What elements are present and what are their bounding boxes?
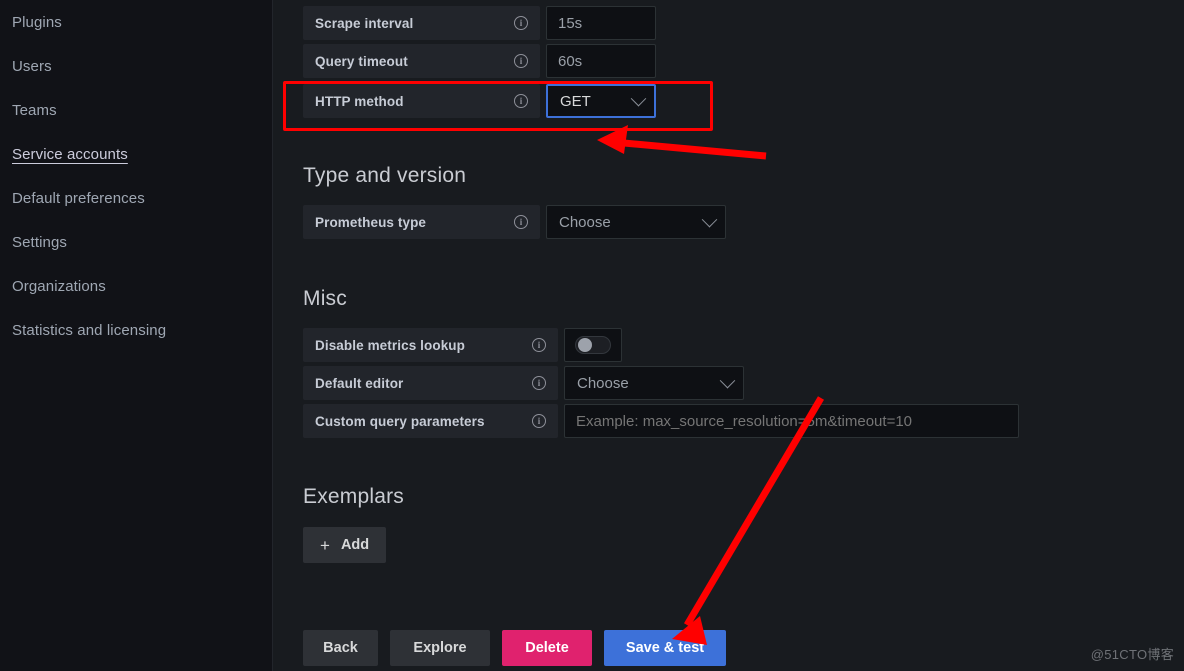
field-row-query-timeout: Query timeout i 60s xyxy=(303,44,1184,78)
toggle-knob xyxy=(578,338,592,352)
default-editor-label: Default editor i xyxy=(303,366,558,400)
field-row-scrape-interval: Scrape interval i 15s xyxy=(303,6,1184,40)
sidebar-item-label: Users xyxy=(12,57,52,75)
section-title-exemplars: Exemplars xyxy=(303,485,404,508)
sidebar-item-users[interactable]: Users xyxy=(0,44,272,88)
scrape-interval-value: 15s xyxy=(558,14,583,32)
sidebar-item-label: Default preferences xyxy=(12,189,145,207)
sidebar-item-label: Plugins xyxy=(12,13,62,31)
sidebar-item-plugins[interactable]: Plugins xyxy=(0,0,272,44)
label-text: Default editor xyxy=(315,375,404,391)
info-circle-icon[interactable]: i xyxy=(532,414,546,428)
sidebar-item-label: Statistics and licensing xyxy=(12,321,167,339)
sidebar-item-settings[interactable]: Settings xyxy=(0,220,272,264)
footer-button-bar: Back Explore Delete Save & test xyxy=(303,630,726,666)
query-timeout-input[interactable]: 60s xyxy=(546,44,656,78)
label-text: Custom query parameters xyxy=(315,413,485,429)
http-method-value: GET xyxy=(560,92,591,110)
label-text: HTTP method xyxy=(315,93,404,109)
sidebar-item-label: Organizations xyxy=(12,277,106,295)
field-row-custom-query-parameters: Custom query parameters i xyxy=(303,404,1184,438)
sidebar-item-label: Settings xyxy=(12,233,67,251)
label-text: Scrape interval xyxy=(315,15,414,31)
prometheus-type-select[interactable]: Choose xyxy=(546,205,726,239)
query-timeout-label: Query timeout i xyxy=(303,44,540,78)
info-circle-icon[interactable]: i xyxy=(514,94,528,108)
section-title-misc: Misc xyxy=(303,287,347,310)
prometheus-type-label: Prometheus type i xyxy=(303,205,540,239)
query-timeout-value: 60s xyxy=(558,52,583,70)
prometheus-type-value: Choose xyxy=(559,213,611,231)
scrape-interval-input[interactable]: 15s xyxy=(546,6,656,40)
sidebar-item-organizations[interactable]: Organizations xyxy=(0,264,272,308)
info-circle-icon[interactable]: i xyxy=(514,54,528,68)
delete-button[interactable]: Delete xyxy=(502,630,592,666)
toggle-track xyxy=(575,336,611,354)
section-title-type-and-version: Type and version xyxy=(303,164,467,187)
label-text: Query timeout xyxy=(315,53,408,69)
default-editor-select[interactable]: Choose xyxy=(564,366,744,400)
custom-query-parameters-input[interactable] xyxy=(564,404,1019,438)
datasource-settings-page: Plugins Users Teams Service accounts Def… xyxy=(0,0,1184,671)
sidebar-item-label: Teams xyxy=(12,101,57,119)
http-method-select[interactable]: GET xyxy=(546,84,656,118)
info-circle-icon[interactable]: i xyxy=(532,376,546,390)
sidebar-item-default-preferences[interactable]: Default preferences xyxy=(0,176,272,220)
settings-content: Scrape interval i 15s Query timeout i 60… xyxy=(273,0,1184,671)
explore-button[interactable]: Explore xyxy=(390,630,490,666)
field-row-default-editor: Default editor i Choose xyxy=(303,366,1184,400)
field-row-prometheus-type: Prometheus type i Choose xyxy=(303,205,1184,239)
sidebar-item-label: Service accounts xyxy=(12,145,128,163)
scrape-interval-label: Scrape interval i xyxy=(303,6,540,40)
add-button-label: Add xyxy=(340,537,370,553)
chevron-down-icon xyxy=(719,372,736,388)
back-button[interactable]: Back xyxy=(303,630,378,666)
chevron-down-icon xyxy=(701,211,718,227)
sidebar-nav: Plugins Users Teams Service accounts Def… xyxy=(0,0,273,671)
watermark: @51CTO博客 xyxy=(1090,647,1174,662)
disable-metrics-lookup-label: Disable metrics lookup i xyxy=(303,328,558,362)
disable-metrics-lookup-toggle[interactable] xyxy=(564,328,622,362)
sidebar-item-service-accounts[interactable]: Service accounts xyxy=(0,132,272,176)
default-editor-value: Choose xyxy=(577,374,629,392)
field-row-disable-metrics-lookup: Disable metrics lookup i xyxy=(303,328,1184,362)
save-and-test-button[interactable]: Save & test xyxy=(604,630,726,666)
plus-icon: + xyxy=(320,535,330,555)
field-row-http-method: HTTP method i GET xyxy=(303,84,1184,118)
chevron-down-icon xyxy=(630,90,647,106)
info-circle-icon[interactable]: i xyxy=(532,338,546,352)
add-exemplar-button[interactable]: + Add xyxy=(303,527,387,563)
label-text: Disable metrics lookup xyxy=(315,337,465,353)
custom-query-parameters-label: Custom query parameters i xyxy=(303,404,558,438)
info-circle-icon[interactable]: i xyxy=(514,215,528,229)
http-method-label: HTTP method i xyxy=(303,84,540,118)
sidebar-item-teams[interactable]: Teams xyxy=(0,88,272,132)
label-text: Prometheus type xyxy=(315,214,427,230)
info-circle-icon[interactable]: i xyxy=(514,16,528,30)
sidebar-item-statistics-and-licensing[interactable]: Statistics and licensing xyxy=(0,308,272,352)
